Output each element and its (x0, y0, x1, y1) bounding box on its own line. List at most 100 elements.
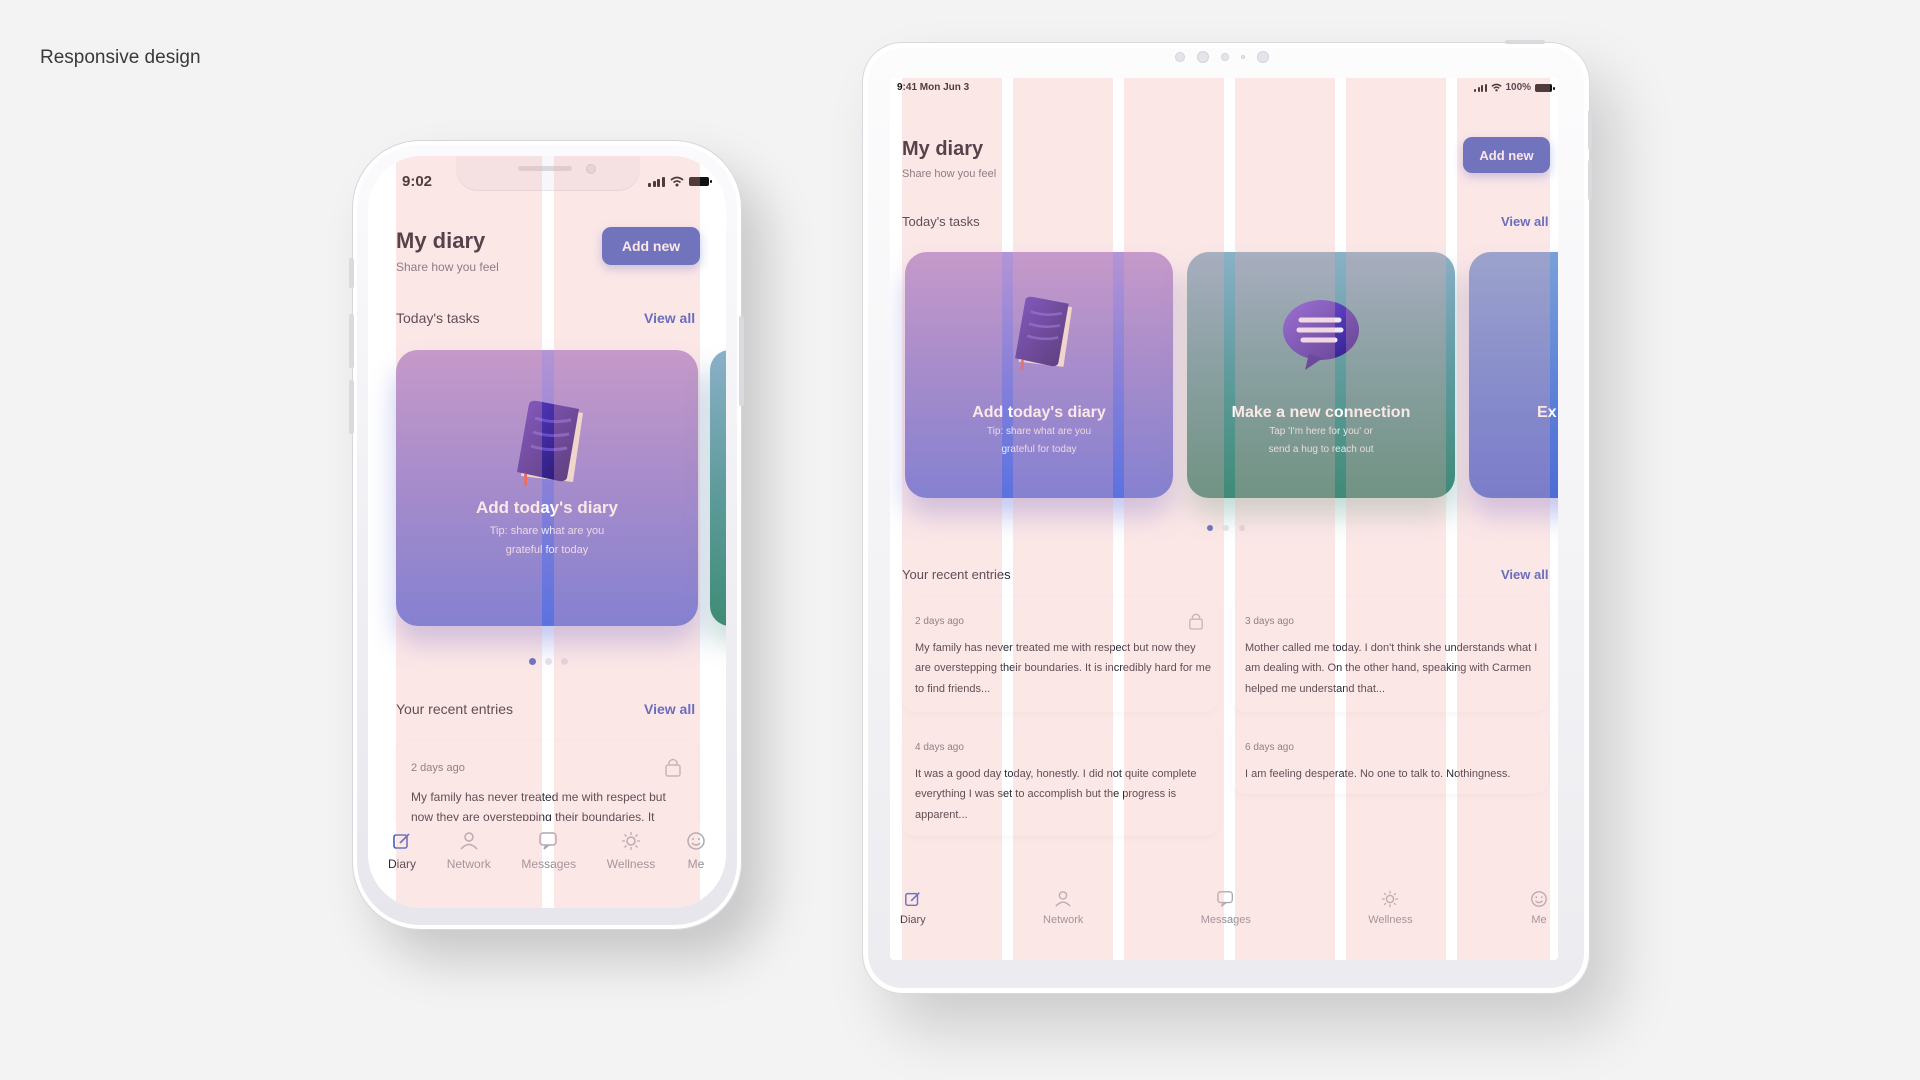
tablet-task-card-add-diary[interactable]: Add today's diary Tip: share what are yo… (905, 252, 1173, 498)
tablet-screen: 9:41 Mon Jun 3 100% My diary Share how y… (890, 78, 1558, 960)
cellular-signal-icon (1474, 83, 1487, 92)
tablet-entry-text: It was a good day today, honestly. I did… (915, 768, 1197, 821)
tablet-entries-view-all-link[interactable]: View all (1501, 567, 1548, 582)
tablet-tab-diary[interactable]: Diary (900, 890, 926, 960)
phone-entry-date: 2 days ago (411, 762, 465, 774)
tablet-sensor (1221, 53, 1229, 61)
tablet-page-subtitle: Share how you feel (902, 168, 997, 180)
phone-tab-messages[interactable]: Messages (521, 831, 576, 908)
phone-entry-text-line1: My family has never treated me with resp… (411, 790, 666, 804)
carousel-dot[interactable] (545, 658, 552, 665)
tablet-top-button (1505, 40, 1545, 44)
phone-entries-label: Your recent entries (396, 701, 513, 717)
edit-icon (393, 833, 410, 849)
tablet-sensors (1175, 51, 1269, 63)
chat-icon (1216, 891, 1233, 907)
tablet-card-tip-line2: send a hug to reach out (1268, 443, 1374, 455)
phone-notch (456, 156, 640, 190)
cellular-signal-icon (648, 176, 665, 187)
phone-screen: 9:02 My diary Share how you feel Add new… (368, 156, 726, 908)
sun-icon (1382, 890, 1399, 908)
phone-camera (586, 164, 596, 174)
tablet-grid-column (1346, 78, 1446, 960)
page-label: Responsive design (40, 47, 201, 68)
tablet-card-tip: Tap 'I'm here for you' or send a hug to … (1187, 423, 1455, 458)
tablet-entries-label: Your recent entries (902, 567, 1011, 582)
phone-task-card-tip-line1: Tip: share what are you (489, 525, 605, 537)
phone-entries-view-all-link[interactable]: View all (644, 701, 695, 717)
phone-status-icons (648, 176, 712, 187)
tablet-tasks-label: Today's tasks (902, 214, 980, 229)
phone-speaker (518, 166, 572, 171)
tablet-entry-date: 2 days ago (915, 616, 964, 627)
phone-page-subtitle: Share how you feel (396, 260, 499, 274)
phone-add-new-button[interactable]: Add new (602, 227, 700, 265)
smile-icon (687, 832, 705, 850)
tablet-entry-date: 4 days ago (915, 742, 964, 753)
phone-volume-down (349, 380, 354, 434)
tablet-card-title: Ex (1537, 404, 1557, 421)
phone-tab-network[interactable]: Network (447, 831, 491, 908)
tablet-sensor (1241, 55, 1245, 59)
phone-tab-wellness[interactable]: Wellness (607, 831, 655, 908)
carousel-dot-active[interactable] (1207, 525, 1213, 531)
tablet-entry-card[interactable]: 6 days ago I am feeling desperate. No on… (1232, 724, 1548, 794)
phone-task-card-title: Add today's diary (476, 498, 618, 517)
tablet-entry-text: Mother called me today. I don't think sh… (1245, 642, 1538, 695)
tablet-card-tip-line1: Tap 'I'm here for you' or (1269, 426, 1373, 437)
tablet-entry-card[interactable]: 3 days ago Mother called me today. I don… (1232, 598, 1548, 712)
sun-icon (622, 832, 641, 850)
tablet-tasks-view-all-link[interactable]: View all (1501, 214, 1548, 229)
tablet-card-tip-line1: Tip: share what are you (986, 426, 1092, 437)
tablet-add-new-button[interactable]: Add new (1463, 137, 1550, 173)
phone-tab-me[interactable]: Me (686, 831, 706, 908)
phone-status-time: 9:02 (402, 173, 433, 190)
phone-tab-label: Wellness (606, 857, 656, 871)
phone-page-title: My diary (396, 228, 486, 253)
tablet-tab-messages[interactable]: Messages (1201, 890, 1251, 960)
tablet-card-tip: Tip: share what are you grateful for tod… (905, 423, 1173, 458)
phone-tab-diary[interactable]: Diary (388, 831, 416, 908)
tablet-tab-wellness[interactable]: Wellness (1368, 890, 1413, 960)
phone-power-button (739, 316, 744, 406)
wifi-icon (1490, 83, 1502, 92)
tablet-entry-card[interactable]: 2 days ago My family has never treated m… (902, 598, 1218, 712)
tablet-tab-label: Messages (1200, 914, 1251, 926)
tablet-task-card-new-connection[interactable]: Make a new connection Tap 'I'm here for … (1187, 252, 1455, 498)
tablet-tab-me[interactable]: Me (1530, 890, 1548, 960)
carousel-dot[interactable] (561, 658, 568, 665)
carousel-dot[interactable] (1239, 525, 1245, 531)
people-icon (1055, 891, 1071, 907)
tablet-grid-column (1457, 78, 1550, 960)
carousel-dot-active[interactable] (529, 658, 536, 665)
phone-task-card-next-peek[interactable] (710, 350, 726, 626)
tablet-entry-date: 3 days ago (1245, 616, 1294, 627)
carousel-dot[interactable] (1223, 525, 1229, 531)
book-icon (1015, 296, 1073, 371)
tablet-battery-percentage: 100% (1505, 82, 1532, 93)
battery-icon (688, 177, 712, 186)
chat-icon (539, 832, 557, 850)
tablet-tab-network[interactable]: Network (1043, 890, 1083, 960)
tablet-tab-label: Wellness (1368, 914, 1413, 926)
phone-tasks-view-all-link[interactable]: View all (644, 310, 695, 326)
phone-carousel-dots (529, 658, 568, 665)
tablet-task-card-peek[interactable]: Ex (1469, 252, 1558, 498)
tablet-carousel-dots (1207, 525, 1245, 531)
lock-icon[interactable] (1188, 612, 1204, 630)
edit-icon (904, 892, 920, 907)
lock-icon[interactable] (664, 757, 682, 777)
tablet-entry-card[interactable]: 4 days ago It was a good day today, hone… (902, 724, 1218, 836)
tablet-camera (1257, 51, 1269, 63)
tablet-card-title: Make a new connection (1231, 404, 1411, 421)
book-icon (517, 400, 583, 486)
tablet-volume-down (1588, 160, 1592, 200)
tablet-status-time: 9:41 Mon Jun 3 (897, 82, 970, 93)
phone-task-card-add-diary[interactable]: Add today's diary Tip: share what are yo… (396, 350, 698, 626)
speech-bubble-icon (1283, 300, 1359, 370)
tablet-entry-text: My family has never treated me with resp… (915, 642, 1211, 695)
tablet-entry-date: 6 days ago (1245, 742, 1294, 753)
tablet-status-icons: 100% (1474, 82, 1556, 93)
tablet-grid-column (1235, 78, 1335, 960)
phone-tab-label: Diary (388, 857, 417, 871)
